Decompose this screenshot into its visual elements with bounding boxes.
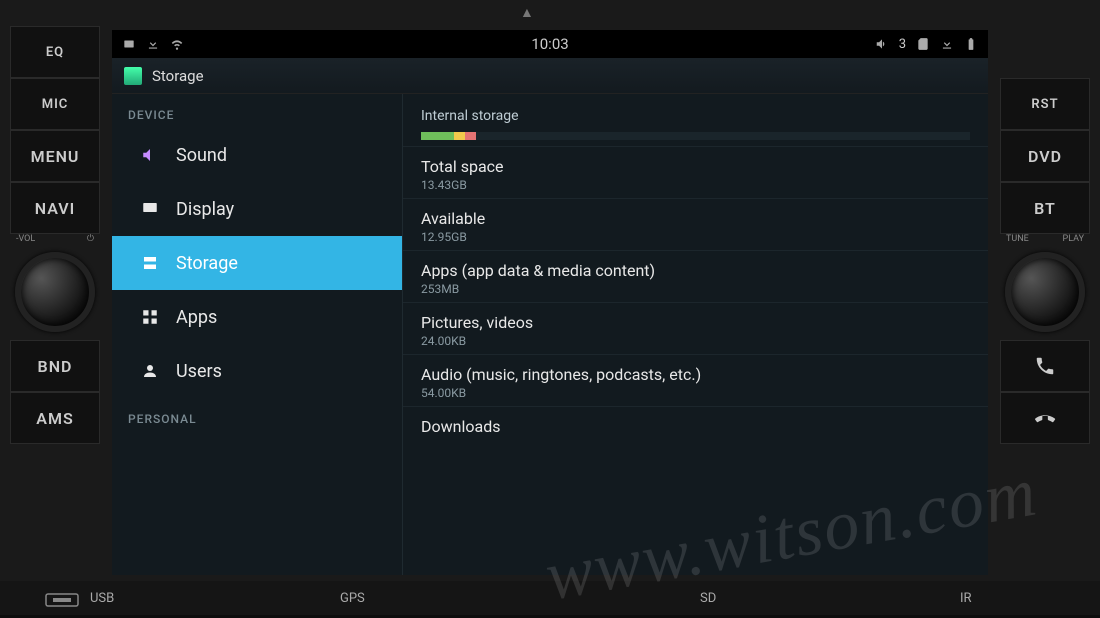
bnd-button[interactable]: BND — [10, 340, 100, 392]
tune-knob-area: TUNE PLAY — [1000, 234, 1090, 340]
settings-icon[interactable] — [124, 67, 142, 85]
sidebar-item-sound[interactable]: Sound — [112, 128, 402, 182]
settings-sidebar: DEVICE Sound Display Storage Apps — [112, 94, 402, 575]
sd-status-icon — [916, 37, 930, 51]
navi-button[interactable]: NAVI — [10, 182, 100, 234]
wifi-icon — [170, 37, 184, 51]
sidebar-item-label: Apps — [176, 307, 217, 328]
apps-icon — [140, 307, 160, 327]
eq-button[interactable]: EQ — [10, 26, 100, 78]
storage-row-audio[interactable]: Audio (music, ringtones, podcasts, etc.)… — [403, 354, 988, 406]
tune-label: TUNE — [1006, 234, 1029, 244]
head-unit: ▲ EQ MIC MENU NAVI -VOL⏻ BND AMS . RST D… — [0, 0, 1100, 615]
section-device: DEVICE — [112, 94, 402, 128]
disc-slot-strip: ▲ — [0, 0, 1100, 26]
usage-seg-audio — [465, 132, 476, 140]
storage-row-available[interactable]: Available 12.95GB — [403, 198, 988, 250]
page-title: Storage — [152, 67, 204, 85]
phone-hangup-icon — [1034, 407, 1056, 429]
storage-row-total[interactable]: Total space 13.43GB — [403, 146, 988, 198]
phone-icon — [1034, 355, 1056, 377]
settings-titlebar: Storage — [112, 58, 988, 94]
dvd-button[interactable]: DVD — [1000, 130, 1090, 182]
mic-button[interactable]: MIC — [10, 78, 100, 130]
sidebar-item-apps[interactable]: Apps — [112, 290, 402, 344]
phone-pickup-button[interactable] — [1000, 340, 1090, 392]
tune-knob[interactable] — [1005, 252, 1085, 332]
sidebar-item-label: Display — [176, 199, 234, 220]
usage-seg-apps — [421, 132, 454, 140]
download-icon — [146, 37, 160, 51]
sound-icon — [140, 145, 160, 165]
memory-icon — [122, 37, 136, 51]
vol-minus-label: -VOL — [16, 234, 35, 244]
download-status-icon — [940, 37, 954, 51]
usage-seg-pics — [454, 132, 465, 140]
sidebar-item-label: Storage — [176, 253, 238, 274]
phone-hangup-button[interactable] — [1000, 392, 1090, 444]
volume-knob[interactable] — [15, 252, 95, 332]
display-icon — [140, 199, 160, 219]
storage-usage-bar — [421, 132, 970, 140]
volume-level: 3 — [899, 37, 906, 52]
battery-icon — [964, 37, 978, 51]
sidebar-item-label: Users — [176, 361, 222, 382]
users-icon — [140, 361, 160, 381]
hw-right-column: . RST DVD BT TUNEPLAY — [1000, 26, 1090, 444]
status-time: 10:03 — [531, 35, 568, 53]
section-personal: PERSONAL — [112, 398, 402, 432]
volume-knob-area: -VOL ⏻ — [10, 234, 100, 340]
menu-button[interactable]: MENU — [10, 130, 100, 182]
storage-panel: Internal storage Total space 13.43GB Ava… — [402, 94, 988, 575]
sidebar-item-display[interactable]: Display — [112, 182, 402, 236]
storage-icon — [140, 253, 160, 273]
bottom-hw-strip: USB GPS SD IR — [0, 581, 1100, 615]
touchscreen: 10:03 3 Storage DEVICE Sound — [112, 30, 988, 575]
bt-button[interactable]: BT — [1000, 182, 1090, 234]
sidebar-item-label: Sound — [176, 145, 227, 166]
settings-panes: DEVICE Sound Display Storage Apps — [112, 94, 988, 575]
hw-left-column: EQ MIC MENU NAVI -VOL ⏻ BND AMS — [10, 26, 100, 444]
status-bar: 10:03 3 — [112, 30, 988, 58]
internal-storage-header: Internal storage — [403, 94, 988, 132]
volume-icon[interactable] — [875, 37, 889, 51]
storage-row-downloads[interactable]: Downloads — [403, 406, 988, 444]
power-icon: ⏻ — [87, 234, 94, 244]
usb-label: USB — [90, 591, 114, 606]
eject-icon: ▲ — [520, 4, 534, 21]
sidebar-item-storage[interactable]: Storage — [112, 236, 402, 290]
storage-row-pictures[interactable]: Pictures, videos 24.00KB — [403, 302, 988, 354]
ams-button[interactable]: AMS — [10, 392, 100, 444]
sidebar-item-users[interactable]: Users — [112, 344, 402, 398]
ir-label: IR — [960, 591, 972, 606]
rst-button[interactable]: RST — [1000, 78, 1090, 130]
sd-label: SD — [700, 591, 716, 606]
gps-label: GPS — [340, 591, 365, 606]
usb-port-icon — [45, 591, 79, 609]
storage-row-apps[interactable]: Apps (app data & media content) 253MB — [403, 250, 988, 302]
play-label: PLAY — [1063, 234, 1084, 244]
